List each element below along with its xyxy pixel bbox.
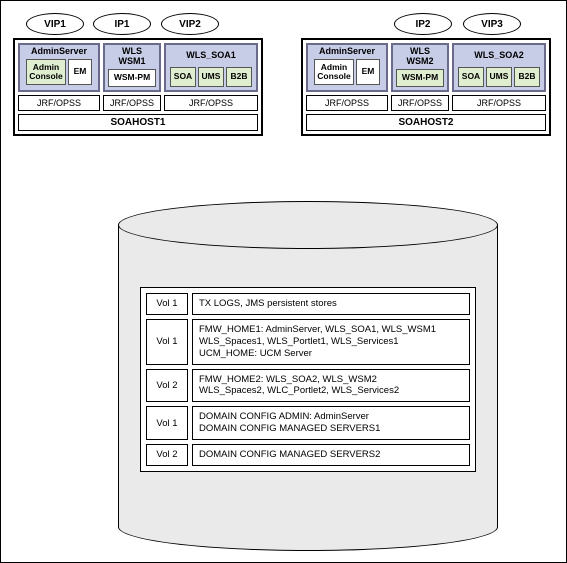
server-title: AdminServer [31,47,87,57]
jrf-label: JRF/OPSS [391,95,449,111]
volume-desc: TX LOGS, JMS persistent stores [192,293,470,315]
server-wls-wsm2: WLS WSM2 WSM-PM [391,43,449,92]
comp-b2b: B2B [226,67,252,87]
server-title: WLS_SOA1 [186,51,236,61]
server-wls-soa2: WLS_SOA2 SOA UMS B2B [452,43,546,92]
comp-soa: SOA [170,67,196,87]
comp-soa: SOA [458,67,484,87]
comp-wsm-pm: WSM-PM [108,69,156,87]
volume-row: Vol 1 TX LOGS, JMS persistent stores [146,293,470,315]
comp-admin-console: Admin Console [314,59,354,85]
jrf-label: JRF/OPSS [306,95,388,111]
comp-ums: UMS [486,67,512,87]
vip-ellipse: VIP3 [463,13,521,35]
server-adminserver: AdminServer Admin Console EM [306,43,388,92]
volume-desc: FMW_HOME1: AdminServer, WLS_SOA1, WLS_WS… [192,319,470,365]
volume-label: Vol 1 [146,319,188,365]
server-wls-wsm1: WLS WSM1 WSM-PM [103,43,161,92]
volume-row: Vol 2 FMW_HOME2: WLS_SOA2, WLS_WSM2 WLS_… [146,369,470,403]
comp-em: EM [68,59,92,85]
ip-ellipse: IP1 [93,13,151,35]
ip-ellipse: IP2 [394,13,452,35]
vip-ellipse: VIP2 [161,13,219,35]
volume-desc: FMW_HOME2: WLS_SOA2, WLS_WSM2 WLS_Spaces… [192,369,470,403]
volume-table: Vol 1 TX LOGS, JMS persistent stores Vol… [140,287,476,472]
volume-label: Vol 1 [146,293,188,315]
comp-ums: UMS [198,67,224,87]
volume-desc: DOMAIN CONFIG MANAGED SERVERS2 [192,444,470,466]
comp-admin-console: Admin Console [26,59,66,85]
diagram-canvas: VIP1 IP1 VIP2 IP2 VIP3 AdminServer Admin… [0,0,567,563]
jrf-label: JRF/OPSS [164,95,258,111]
comp-em: EM [356,59,380,85]
server-title: WLS WSM1 [108,47,156,67]
server-title: WLS WSM2 [396,47,444,67]
jrf-label: JRF/OPSS [103,95,161,111]
server-wls-soa1: WLS_SOA1 SOA UMS B2B [164,43,258,92]
volume-row: Vol 1 FMW_HOME1: AdminServer, WLS_SOA1, … [146,319,470,365]
server-adminserver: AdminServer Admin Console EM [18,43,100,92]
jrf-label: JRF/OPSS [18,95,100,111]
host-name: SOAHOST2 [306,114,546,131]
volume-label: Vol 2 [146,369,188,403]
host-box-2: AdminServer Admin Console EM WLS WSM2 WS… [301,38,551,136]
volume-row: Vol 1 DOMAIN CONFIG ADMIN: AdminServer D… [146,406,470,440]
comp-b2b: B2B [514,67,540,87]
vip-ellipse: VIP1 [26,13,84,35]
server-title: AdminServer [319,47,375,57]
host-box-1: AdminServer Admin Console EM WLS WSM1 WS… [13,38,263,136]
storage-cylinder: Vol 1 TX LOGS, JMS persistent stores Vol… [118,201,498,551]
volume-label: Vol 2 [146,444,188,466]
host-name: SOAHOST1 [18,114,258,131]
volume-row: Vol 2 DOMAIN CONFIG MANAGED SERVERS2 [146,444,470,466]
volume-desc: DOMAIN CONFIG ADMIN: AdminServer DOMAIN … [192,406,470,440]
comp-wsm-pm: WSM-PM [396,69,444,87]
jrf-label: JRF/OPSS [452,95,546,111]
volume-label: Vol 1 [146,406,188,440]
server-title: WLS_SOA2 [474,51,524,61]
